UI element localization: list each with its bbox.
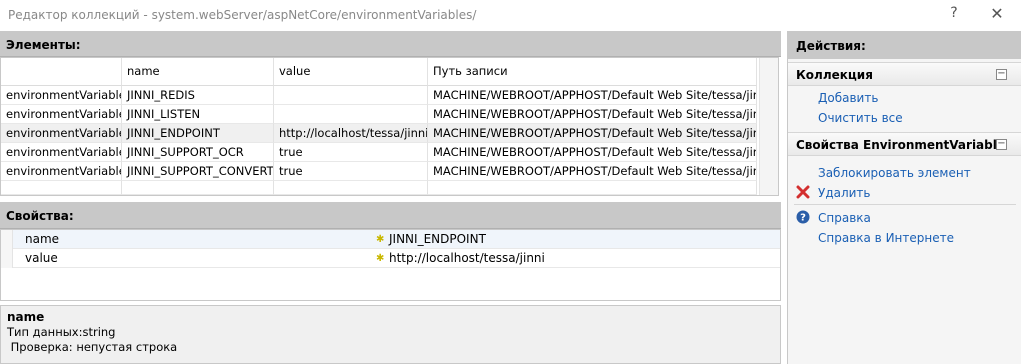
grid-header-row: name value Путь записи — [1, 58, 757, 86]
properties-panel-title: Свойства: — [6, 209, 74, 223]
add-link[interactable]: Добавить — [818, 91, 878, 105]
property-row-name[interactable]: name ✱ JINNI_ENDPOINT — [1, 230, 780, 249]
collapse-icon[interactable]: − — [996, 69, 1007, 80]
table-row[interactable]: environmentVariable JINNI_REDIS MACHINE/… — [1, 86, 757, 105]
required-star-icon: ✱ — [376, 253, 385, 264]
cell-value — [274, 86, 428, 105]
cell-name: JINNI_SUPPORT_CONVERT — [122, 162, 274, 181]
collection-section-title: Коллекция — [796, 68, 873, 82]
column-header-type[interactable] — [1, 58, 122, 86]
property-row-value[interactable]: value ✱ http://localhost/tessa/jinni — [1, 249, 780, 268]
row-gutter — [1, 230, 13, 249]
cell-value — [274, 105, 428, 124]
vertical-scrollbar[interactable] — [759, 58, 778, 195]
column-header-path[interactable]: Путь записи — [428, 58, 757, 86]
close-icon[interactable]: ✕ — [987, 4, 1007, 24]
collection-section-header[interactable]: Коллекция − — [788, 62, 1021, 86]
svg-text:?: ? — [800, 213, 806, 224]
description-title: name — [7, 310, 45, 324]
table-row[interactable]: environmentVariable JINNI_SUPPORT_OCR tr… — [1, 143, 757, 162]
empty-cell — [274, 181, 428, 195]
column-header-value[interactable]: value — [274, 58, 428, 86]
cell-path: MACHINE/WEBROOT/APPHOST/Default Web Site… — [428, 162, 757, 181]
elements-grid[interactable]: name value Путь записи environmentVariab… — [0, 57, 779, 196]
clear-all-link[interactable]: Очистить все — [818, 111, 903, 125]
cell-path: MACHINE/WEBROOT/APPHOST/Default Web Site… — [428, 143, 757, 162]
property-description: name Тип данных:string Проверка: непуста… — [0, 305, 781, 364]
empty-cell — [122, 181, 274, 195]
cell-path: MACHINE/WEBROOT/APPHOST/Default Web Site… — [428, 105, 757, 124]
elements-panel-header: Элементы: — [0, 31, 781, 57]
property-value[interactable]: http://localhost/tessa/jinni — [389, 249, 545, 267]
cell-type: environmentVariable — [1, 105, 122, 124]
help-circle-icon[interactable]: ? — [796, 210, 810, 224]
description-type: Тип данных:string — [7, 325, 116, 339]
properties-panel-header: Свойства: — [0, 202, 781, 229]
empty-row — [1, 181, 757, 195]
help-link[interactable]: Справка — [818, 211, 871, 225]
required-star-icon: ✱ — [376, 234, 385, 245]
help-icon[interactable]: ? — [944, 5, 964, 25]
table-row[interactable]: environmentVariable JINNI_LISTEN MACHINE… — [1, 105, 757, 124]
item-section-title: Свойства EnvironmentVariable — [796, 138, 1005, 152]
delete-icon[interactable] — [796, 185, 810, 199]
cell-value: true — [274, 162, 428, 181]
row-gutter — [1, 249, 13, 268]
cell-value: true — [274, 143, 428, 162]
elements-panel-title: Элементы: — [6, 38, 81, 52]
property-name: name — [25, 232, 60, 246]
cell-type: environmentVariable — [1, 124, 122, 143]
cell-type: environmentVariable — [1, 86, 122, 105]
description-validation: Проверка: непустая строка — [7, 340, 178, 354]
cell-path: MACHINE/WEBROOT/APPHOST/Default Web Site… — [428, 124, 757, 143]
online-help-link[interactable]: Справка в Интернете — [818, 231, 954, 245]
property-name: value — [25, 251, 58, 265]
title-bar: Редактор коллекций - system.webServer/as… — [0, 0, 1021, 31]
cell-name: JINNI_ENDPOINT — [122, 124, 274, 143]
column-header-name[interactable]: name — [122, 58, 274, 86]
item-section-header[interactable]: Свойства EnvironmentVariable − — [788, 132, 1021, 156]
empty-cell — [1, 181, 122, 195]
delete-link[interactable]: Удалить — [818, 186, 871, 200]
actions-header: Действия: — [788, 31, 1021, 59]
cell-name: JINNI_SUPPORT_OCR — [122, 143, 274, 162]
collapse-icon[interactable]: − — [996, 139, 1007, 150]
actions-pane: Действия: Коллекция − Добавить Очистить … — [787, 31, 1021, 364]
cell-name: JINNI_LISTEN — [122, 105, 274, 124]
property-value[interactable]: JINNI_ENDPOINT — [389, 230, 486, 248]
empty-cell — [428, 181, 757, 195]
table-row[interactable]: environmentVariable JINNI_SUPPORT_CONVER… — [1, 162, 757, 181]
cell-type: environmentVariable — [1, 143, 122, 162]
table-row-selected[interactable]: environmentVariable JINNI_ENDPOINT http:… — [1, 124, 757, 143]
lock-element-link[interactable]: Заблокировать элемент — [818, 166, 971, 180]
cell-value: http://localhost/tessa/jinni — [274, 124, 428, 143]
window-title: Редактор коллекций - system.webServer/as… — [8, 8, 477, 22]
actions-title: Действия: — [796, 39, 866, 53]
cell-name: JINNI_REDIS — [122, 86, 274, 105]
actions-divider — [794, 204, 1016, 205]
cell-type: environmentVariable — [1, 162, 122, 181]
cell-path: MACHINE/WEBROOT/APPHOST/Default Web Site… — [428, 86, 757, 105]
properties-grid[interactable]: name ✱ JINNI_ENDPOINT value ✱ http://loc… — [0, 229, 781, 301]
